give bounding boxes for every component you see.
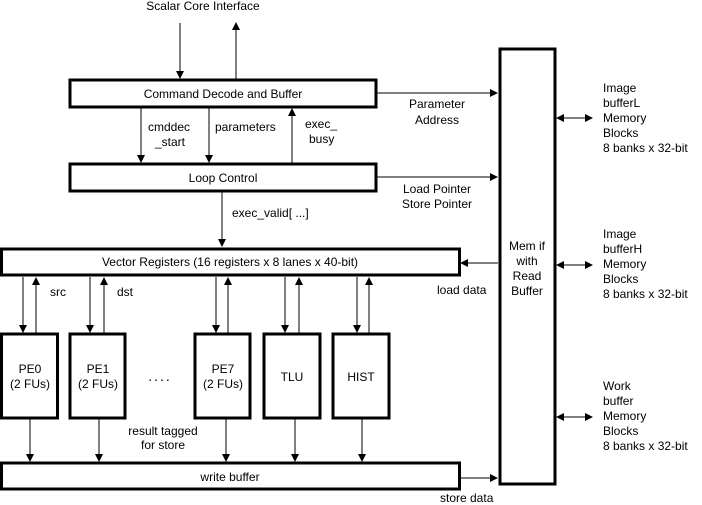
pe7-sublabel: (2 FUs) <box>203 377 243 391</box>
svg-text:Image: Image <box>603 81 637 95</box>
pe0-sublabel: (2 FUs) <box>10 377 50 391</box>
command-decode-label: Command Decode and Buffer <box>144 87 303 101</box>
svg-text:Blocks: Blocks <box>603 126 638 140</box>
memory-links <box>556 114 593 421</box>
mem-if-label-4: Buffer <box>511 284 543 298</box>
mem-if-label-1: Mem if <box>509 239 546 253</box>
store-data-label: store data <box>440 491 494 505</box>
load-data-label: load data <box>437 283 487 297</box>
mem-if-label-2: with <box>515 254 537 268</box>
memory-bufferL-label: Image bufferL Memory Blocks 8 banks x 32… <box>603 81 688 155</box>
parameter-address-label-2: Address <box>415 113 459 127</box>
pe0-label: PE0 <box>19 362 42 376</box>
pe0-block <box>0 332 59 420</box>
svg-text:Memory: Memory <box>603 111 646 125</box>
pe1-label: PE1 <box>87 362 110 376</box>
svg-text:Memory: Memory <box>603 257 646 271</box>
exec-busy-label-2: busy <box>309 132 334 146</box>
vector-registers-label: Vector Registers (16 registers x 8 lanes… <box>102 255 358 269</box>
parameters-label: parameters <box>215 120 276 134</box>
store-pointer-label: Store Pointer <box>402 197 472 211</box>
write-buffer-label: write buffer <box>199 470 259 484</box>
svg-text:8 banks x 32-bit: 8 banks x 32-bit <box>603 287 688 301</box>
parameter-address-label-1: Parameter <box>409 97 465 111</box>
svg-text:Image: Image <box>603 227 637 241</box>
svg-text:Blocks: Blocks <box>603 272 638 286</box>
cmddec-start-label-1: cmddec <box>148 120 190 134</box>
exec-busy-label-1: exec_ <box>305 117 337 131</box>
cmddec-start-label-2: _start <box>154 135 186 149</box>
memory-work-buffer-label: Work buffer Memory Blocks 8 banks x 32-b… <box>603 379 688 453</box>
loop-control-label: Loop Control <box>189 171 258 185</box>
svg-text:bufferL: bufferL <box>603 96 640 110</box>
pe1-sublabel: (2 FUs) <box>78 377 118 391</box>
ellipsis: .... <box>148 368 172 384</box>
svg-text:bufferH: bufferH <box>603 242 642 256</box>
src-label: src <box>50 285 66 299</box>
hist-label: HIST <box>347 370 375 384</box>
tlu-label: TLU <box>281 370 304 384</box>
pe7-block <box>193 332 252 420</box>
pe7-label: PE7 <box>212 362 235 376</box>
architecture-diagram: Scalar Core Interface Command Decode and… <box>0 0 688 505</box>
svg-text:8 banks x 32-bit: 8 banks x 32-bit <box>603 141 688 155</box>
result-tagged-label-1: result tagged <box>128 424 197 438</box>
load-pointer-label: Load Pointer <box>403 182 471 196</box>
memory-bufferH-label: Image bufferH Memory Blocks 8 banks x 32… <box>603 227 688 301</box>
svg-text:Work: Work <box>603 379 632 393</box>
result-tagged-label-2: for store <box>141 438 185 452</box>
scalar-core-interface-label: Scalar Core Interface <box>146 0 260 13</box>
svg-text:8 banks x 32-bit: 8 banks x 32-bit <box>603 439 688 453</box>
mem-if-label-3: Read <box>513 269 542 283</box>
pe1-block <box>68 332 127 420</box>
dst-label: dst <box>117 285 134 299</box>
svg-text:Memory: Memory <box>603 409 646 423</box>
svg-text:Blocks: Blocks <box>603 424 638 438</box>
exec-valid-label: exec_valid[ ...] <box>232 206 309 220</box>
svg-text:buffer: buffer <box>603 394 633 408</box>
